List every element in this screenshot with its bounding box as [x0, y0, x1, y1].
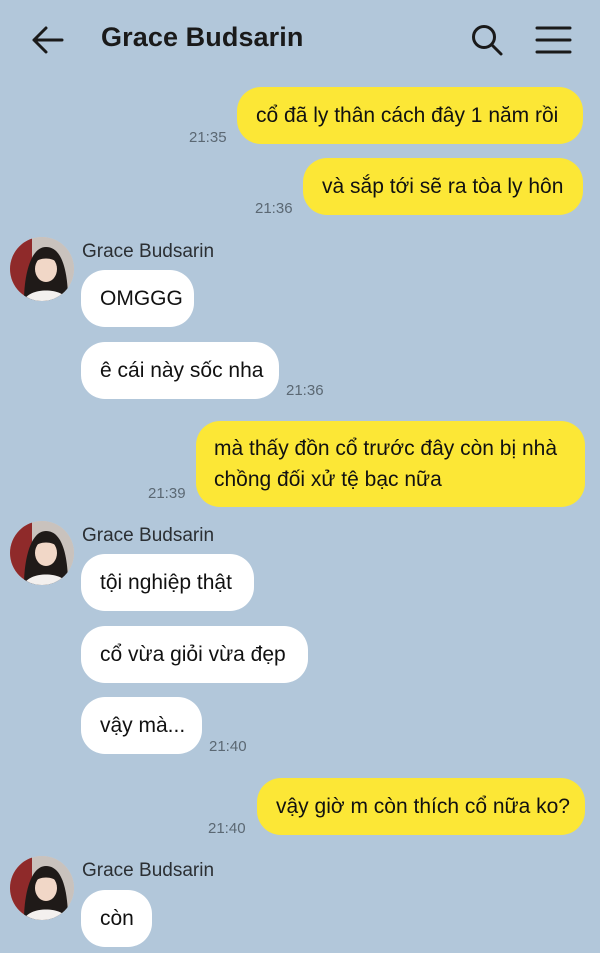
- sender-name: Grace Budsarin: [82, 525, 215, 546]
- search-button[interactable]: [469, 22, 505, 58]
- sender-name: Grace Budsarin: [82, 860, 215, 881]
- message-timestamp: 21:36: [255, 200, 293, 217]
- incoming-message-bubble[interactable]: tội nghiệp thật: [81, 554, 254, 611]
- incoming-message-bubble[interactable]: còn: [81, 890, 152, 947]
- menu-button[interactable]: [535, 25, 573, 57]
- message-timestamp: 21:39: [148, 485, 186, 502]
- outgoing-message-bubble[interactable]: mà thấy đồn cổ trước đây còn bị nhà chồn…: [196, 421, 585, 507]
- contact-avatar[interactable]: [10, 856, 74, 920]
- outgoing-message-bubble[interactable]: và sắp tới sẽ ra tòa ly hôn: [303, 158, 583, 215]
- search-icon: [472, 25, 503, 56]
- incoming-message-bubble[interactable]: OMGGG: [81, 270, 194, 327]
- contact-avatar[interactable]: [10, 237, 74, 301]
- outgoing-message-bubble[interactable]: vậy giờ m còn thích cổ nữa ko?: [257, 778, 585, 835]
- contact-avatar[interactable]: [10, 521, 74, 585]
- message-timestamp: 21:40: [208, 820, 246, 837]
- message-timestamp: 21:40: [209, 738, 247, 755]
- sender-name: Grace Budsarin: [82, 241, 215, 262]
- chat-header: Grace Budsarin: [0, 0, 600, 80]
- outgoing-message-bubble[interactable]: cổ đã ly thân cách đây 1 năm rồi: [237, 87, 583, 144]
- chat-title: Grace Budsarin: [101, 22, 304, 52]
- incoming-message-bubble[interactable]: ê cái này sốc nha: [81, 342, 279, 399]
- arrow-left-icon: [32, 26, 64, 54]
- incoming-message-bubble[interactable]: cổ vừa giỏi vừa đẹp: [81, 626, 308, 683]
- hamburger-menu-icon: [535, 26, 572, 54]
- incoming-message-bubble[interactable]: vậy mà...: [81, 697, 202, 754]
- message-timestamp: 21:36: [286, 382, 324, 399]
- message-timestamp: 21:35: [189, 129, 227, 146]
- back-button[interactable]: [30, 24, 66, 56]
